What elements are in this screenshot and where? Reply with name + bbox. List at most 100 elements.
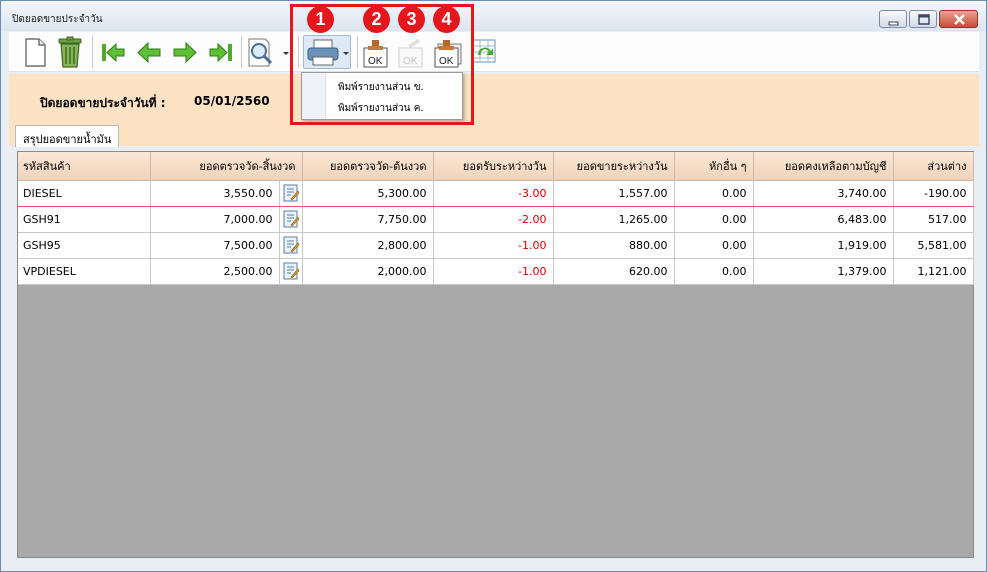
refresh-sheet-icon	[472, 39, 496, 63]
first-record-button[interactable]	[97, 35, 129, 69]
menu-item-print-part-b[interactable]: พิมพ์รายงานส่วน ข.	[338, 80, 424, 95]
confirm-ok-multiple-button[interactable]: OK	[432, 35, 464, 69]
maximize-icon	[918, 14, 930, 25]
cell-closing-measure[interactable]: 2,500.00	[150, 258, 280, 285]
confirm-ok-button[interactable]: OK	[361, 35, 393, 69]
window-title: ปิดยอดขายประจำวัน	[12, 14, 103, 25]
edit-note-icon	[283, 184, 299, 202]
col-header-sold[interactable]: ยอดขายระหว่างวัน	[553, 152, 675, 181]
tab-fuel-sales-summary[interactable]: สรุปยอดขายน้ำมัน	[15, 125, 120, 147]
cell-closing-measure[interactable]: 3,550.00	[150, 179, 280, 207]
cell-book-balance[interactable]: 3,740.00	[753, 179, 894, 207]
cell-closing-measure[interactable]: 7,500.00	[150, 232, 280, 259]
cell-difference[interactable]: 1,121.00	[893, 258, 974, 285]
arrow-left-icon	[137, 41, 161, 64]
col-header-other-deductions[interactable]: หักอื่น ๆ	[674, 152, 754, 181]
printer-icon	[307, 39, 349, 66]
ok-stamp-icon: OK	[363, 40, 388, 68]
refresh-sheet-button[interactable]	[468, 35, 500, 69]
edit-note-icon	[283, 236, 299, 254]
maximize-button[interactable]	[909, 10, 937, 28]
fuel-sales-table: รหัสสินค้า ยอดตรวจวัด-สิ้นงวด ยอดตรวจวัด…	[18, 152, 974, 285]
tab-label: สรุปยอดขายน้ำมัน	[23, 133, 112, 146]
cell-received[interactable]: -1.00	[433, 232, 554, 259]
callout-badge: 3	[398, 6, 425, 33]
toolbar-separator	[92, 36, 93, 68]
cell-other-deductions[interactable]: 0.00	[674, 179, 754, 207]
cell-received[interactable]: -1.00	[433, 258, 554, 285]
ok-stamp-disabled-icon: OK	[398, 39, 423, 68]
app-window: ปิดยอดขายประจำวัน OK OK OK ปิดยอดขายประจ…	[0, 0, 987, 572]
cell-other-deductions[interactable]: 0.00	[674, 258, 754, 285]
svg-text:OK: OK	[403, 56, 418, 67]
print-button[interactable]	[303, 35, 351, 69]
toolbar-separator	[357, 36, 358, 68]
print-dropdown-menu: พิมพ์รายงานส่วน ข. พิมพ์รายงานส่วน ค.	[301, 72, 463, 120]
cell-book-balance[interactable]: 1,919.00	[753, 232, 894, 259]
cell-sold[interactable]: 1,557.00	[553, 179, 675, 207]
cell-sold[interactable]: 620.00	[553, 258, 675, 285]
cell-received[interactable]: -2.00	[433, 206, 554, 233]
cell-difference[interactable]: 517.00	[893, 206, 974, 233]
cell-difference[interactable]: -190.00	[893, 179, 974, 207]
magnifier-icon	[248, 38, 289, 67]
cell-opening-measure[interactable]: 5,300.00	[302, 179, 434, 207]
edit-cell[interactable]	[279, 258, 303, 285]
minimize-button[interactable]	[879, 10, 907, 28]
ok-stamp-stack-icon: OK	[434, 40, 462, 68]
delete-button[interactable]	[54, 35, 86, 69]
cell-sold[interactable]: 880.00	[553, 232, 675, 259]
next-record-button[interactable]	[169, 35, 201, 69]
cell-opening-measure[interactable]: 7,750.00	[302, 206, 434, 233]
search-button[interactable]	[245, 35, 293, 69]
new-document-button[interactable]	[19, 35, 51, 69]
cell-opening-measure[interactable]: 2,000.00	[302, 258, 434, 285]
close-date-label: ปิดยอดขายประจำวันที่ :	[40, 96, 166, 110]
minimize-icon	[888, 21, 899, 26]
cell-other-deductions[interactable]: 0.00	[674, 206, 754, 233]
cell-other-deductions[interactable]: 0.00	[674, 232, 754, 259]
col-header-opening-measure[interactable]: ยอดตรวจวัด-ต้นงวด	[302, 152, 434, 181]
last-record-button[interactable]	[205, 35, 237, 69]
cell-code[interactable]: DIESEL	[18, 179, 151, 207]
cell-received[interactable]: -3.00	[433, 179, 554, 207]
col-header-difference[interactable]: ส่วนต่าง	[893, 152, 974, 181]
confirm-ok-disabled-button[interactable]: OK	[396, 35, 428, 69]
cell-code[interactable]: GSH91	[18, 206, 151, 233]
cell-opening-measure[interactable]: 2,800.00	[302, 232, 434, 259]
callout-badge: 4	[433, 6, 460, 33]
cell-book-balance[interactable]: 6,483.00	[753, 206, 894, 233]
cell-book-balance[interactable]: 1,379.00	[753, 258, 894, 285]
toolbar-separator	[241, 36, 242, 68]
cell-code[interactable]: VPDIESEL	[18, 258, 151, 285]
table-row[interactable]: GSH91 7,000.00 7,750.00 -2.00 1,265.00 0…	[18, 206, 974, 233]
col-header-received[interactable]: ยอดรับระหว่างวัน	[433, 152, 554, 181]
cell-closing-measure[interactable]: 7,000.00	[150, 206, 280, 233]
close-button[interactable]	[939, 10, 978, 28]
document-icon	[25, 38, 46, 67]
edit-cell[interactable]	[279, 206, 303, 233]
col-header-book-balance[interactable]: ยอดคงเหลือตามบัญชี	[753, 152, 894, 181]
date-header-panel: ปิดยอดขายประจำวันที่ : 05/01/2560	[9, 74, 979, 146]
trash-icon	[58, 36, 82, 68]
table-row[interactable]: DIESEL 3,550.00 5,300.00 -3.00 1,557.00 …	[18, 179, 974, 207]
callout-badge: 1	[307, 6, 334, 33]
table-row[interactable]: VPDIESEL 2,500.00 2,000.00 -1.00 620.00 …	[18, 258, 974, 285]
previous-record-button[interactable]	[133, 35, 165, 69]
edit-note-icon	[283, 262, 299, 280]
menu-item-print-part-c[interactable]: พิมพ์รายงานส่วน ค.	[338, 101, 424, 116]
edit-note-icon	[283, 210, 299, 228]
edit-cell[interactable]	[279, 232, 303, 259]
col-header-product-code[interactable]: รหัสสินค้า	[18, 152, 151, 181]
toolbar-separator	[298, 36, 299, 68]
table-row[interactable]: GSH95 7,500.00 2,800.00 -1.00 880.00 0.0…	[18, 232, 974, 259]
callout-badge: 2	[363, 6, 390, 33]
cell-sold[interactable]: 1,265.00	[553, 206, 675, 233]
cell-difference[interactable]: 5,581.00	[893, 232, 974, 259]
first-icon	[102, 42, 125, 63]
title-bar: ปิดยอดขายประจำวัน	[1, 1, 986, 31]
cell-code[interactable]: GSH95	[18, 232, 151, 259]
fuel-sales-grid: รหัสสินค้า ยอดตรวจวัด-สิ้นงวด ยอดตรวจวัด…	[17, 151, 974, 558]
col-header-closing-measure[interactable]: ยอดตรวจวัด-สิ้นงวด	[150, 152, 303, 181]
edit-cell[interactable]	[279, 179, 303, 207]
